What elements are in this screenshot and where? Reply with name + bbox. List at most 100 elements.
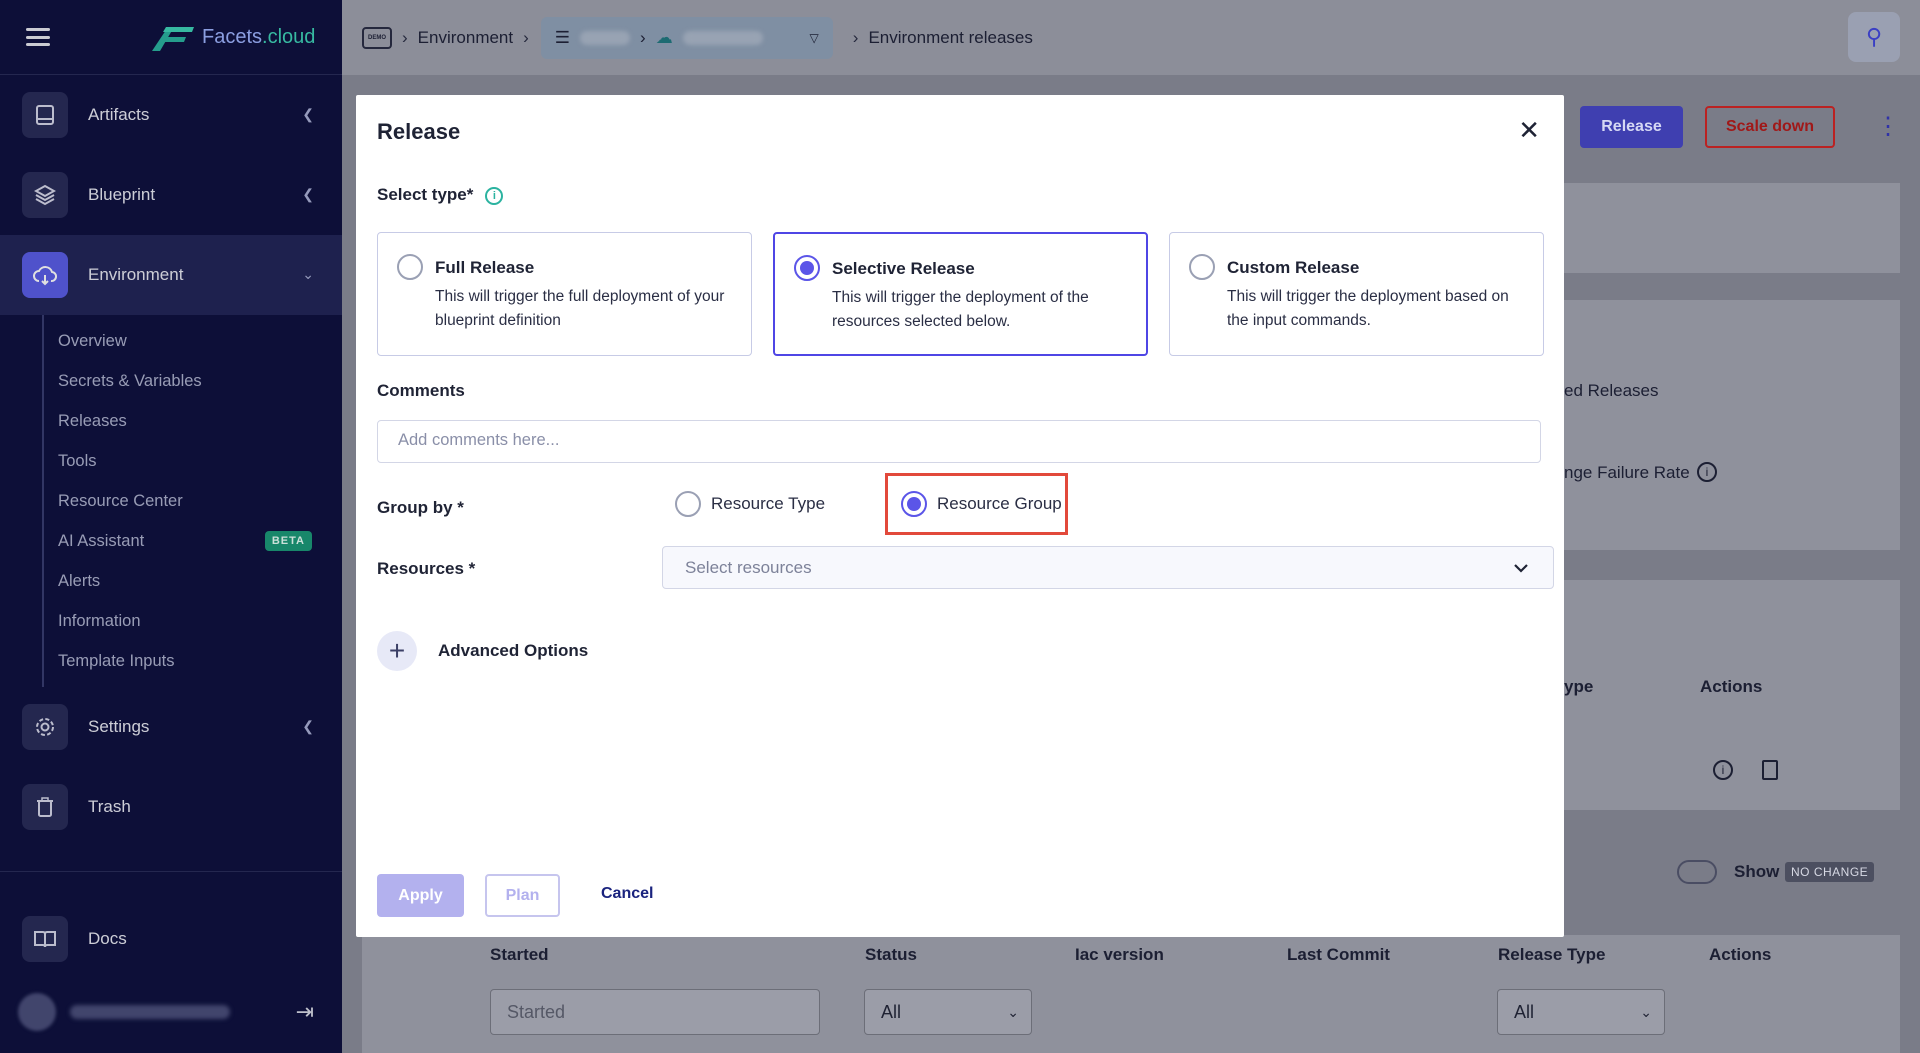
bg-metric-label: nge Failure Rate [1564,463,1690,482]
sidebar-item-artifacts[interactable]: Artifacts ❮ [0,75,342,155]
sidebar-item-label: Blueprint [88,185,156,204]
apply-button[interactable]: Apply [377,874,464,917]
full-release-option[interactable]: Full Release This will trigger the full … [377,232,752,356]
close-icon[interactable]: ✕ [1518,117,1540,143]
bg-metric-label: ed Releases [1564,381,1659,400]
subnav-overview[interactable]: Overview [44,321,342,361]
group-by-label: Group by * [377,498,464,517]
release-type-filter-value: All [1514,1001,1535,1022]
subnav-resource-center[interactable]: Resource Center [44,481,342,521]
radio-resource-type[interactable] [675,491,701,517]
sidebar-item-docs[interactable]: Docs [0,899,342,979]
sidebar-header: Facets.cloud [0,0,342,75]
chevron-down-icon [1513,558,1529,578]
group-by-resource-type[interactable]: Resource Type [675,491,825,517]
column-header-release-type: Release Type [1498,945,1606,964]
info-icon[interactable]: i [1713,760,1733,780]
info-icon[interactable]: i [485,187,504,205]
trash-icon [22,784,68,830]
caret-down-icon: ▽ [809,30,819,45]
search-button[interactable]: ⚲ [1848,12,1900,62]
chevron-left-icon: ❮ [302,186,314,202]
plus-icon: + [377,631,417,671]
subnav-tools[interactable]: Tools [44,441,342,481]
sidebar-item-trash[interactable]: Trash [0,767,342,847]
cancel-button[interactable]: Cancel [601,885,653,903]
option-label: Resource Type [711,494,826,513]
comments-textarea[interactable] [377,420,1541,463]
facets-logo-icon [152,23,194,51]
breadcrumb-current: Environment releases [868,27,1033,47]
show-no-change-toggle[interactable] [1677,860,1717,884]
document-icon[interactable] [1762,760,1778,780]
cloud-upload-icon [22,252,68,298]
card-title: Custom Release [1227,258,1360,277]
open-book-icon [22,916,68,962]
more-options-icon[interactable]: ⋮ [1876,112,1900,141]
show-label: Show [1734,862,1780,881]
scale-down-button[interactable]: Scale down [1705,106,1835,148]
user-profile[interactable]: ⇥ [18,990,328,1034]
card-description: This will trigger the deployment based o… [1227,288,1509,329]
advanced-options-label: Advanced Options [438,641,589,660]
breadcrumb-environment[interactable]: Environment [418,28,513,48]
sidebar-item-label: Artifacts [88,105,150,124]
resources-placeholder: Select resources [685,557,812,577]
breadcrumb-separator: › [640,27,646,47]
sidebar-item-label: Settings [88,717,150,736]
release-button[interactable]: Release [1580,106,1683,148]
subnav-template-inputs[interactable]: Template Inputs [44,641,342,681]
release-type-filter-select[interactable]: All ⌄ [1497,989,1665,1035]
logout-icon[interactable]: ⇥ [296,999,314,1025]
bg-column-header: Actions [1700,677,1763,696]
select-type-label: Select type* i [377,185,504,205]
comments-label: Comments [377,381,465,400]
card-description: This will trigger the deployment of the … [832,289,1089,330]
subnav-ai-assistant[interactable]: AI Assistant BETA [44,521,342,561]
info-icon[interactable]: i [1697,462,1717,482]
environment-selector[interactable]: ☰ › ☁ ▽ [540,16,833,59]
resources-select[interactable]: Select resources [662,546,1554,589]
subnav-information[interactable]: Information [44,601,342,641]
status-filter-select[interactable]: All ⌄ [864,989,1032,1035]
sidebar-item-label: Docs [88,929,127,948]
layers-icon: ☰ [554,27,571,47]
project-name-redacted [580,30,631,45]
custom-release-option[interactable]: Custom Release This will trigger the dep… [1169,232,1544,356]
subnav-alerts[interactable]: Alerts [44,561,342,601]
radio-selective-release[interactable] [794,255,820,281]
hamburger-menu-icon[interactable] [26,28,50,46]
column-header-last-commit: Last Commit [1287,945,1390,964]
advanced-options-toggle[interactable]: + Advanced Options [377,631,588,671]
selective-release-option[interactable]: Selective Release This will trigger the … [773,232,1148,356]
demo-badge-icon[interactable]: DEMO [362,26,392,49]
resources-label: Resources * [377,559,476,578]
no-change-badge: NO CHANGE [1785,862,1875,882]
cloud-upload-icon: ☁ [655,27,673,47]
sidebar-item-settings[interactable]: Settings ❮ [0,687,342,767]
chevron-down-icon: ⌄ [1007,1003,1019,1020]
plan-button[interactable]: Plan [485,874,560,917]
brand-logo[interactable]: Facets.cloud [152,23,315,51]
subnav-releases[interactable]: Releases [44,401,342,441]
brand-name: Facets.cloud [202,25,316,48]
column-header-started: Started [490,945,549,964]
sidebar-item-label: Trash [88,797,131,816]
sidebar-item-label: Environment [88,265,184,284]
radio-full-release[interactable] [397,254,423,280]
radio-custom-release[interactable] [1189,254,1215,280]
sidebar-item-environment[interactable]: Environment ⌄ [0,235,342,315]
started-filter-input[interactable]: Started [490,989,820,1035]
highlight-box [885,473,1068,535]
release-modal: Release ✕ Select type* i Full Release Thi… [356,95,1564,937]
chevron-left-icon: ❮ [302,718,314,734]
column-header-actions: Actions [1709,945,1772,964]
subnav-label: AI Assistant [58,531,145,550]
subnav-secrets-variables[interactable]: Secrets & Variables [44,361,342,401]
card-title: Full Release [435,258,535,277]
search-icon: ⚲ [1865,24,1883,49]
sidebar-item-blueprint[interactable]: Blueprint ❮ [0,155,342,235]
chevron-left-icon: ❮ [302,106,314,122]
breadcrumb-separator: › [523,27,529,47]
breadcrumb-separator: › [402,27,408,47]
